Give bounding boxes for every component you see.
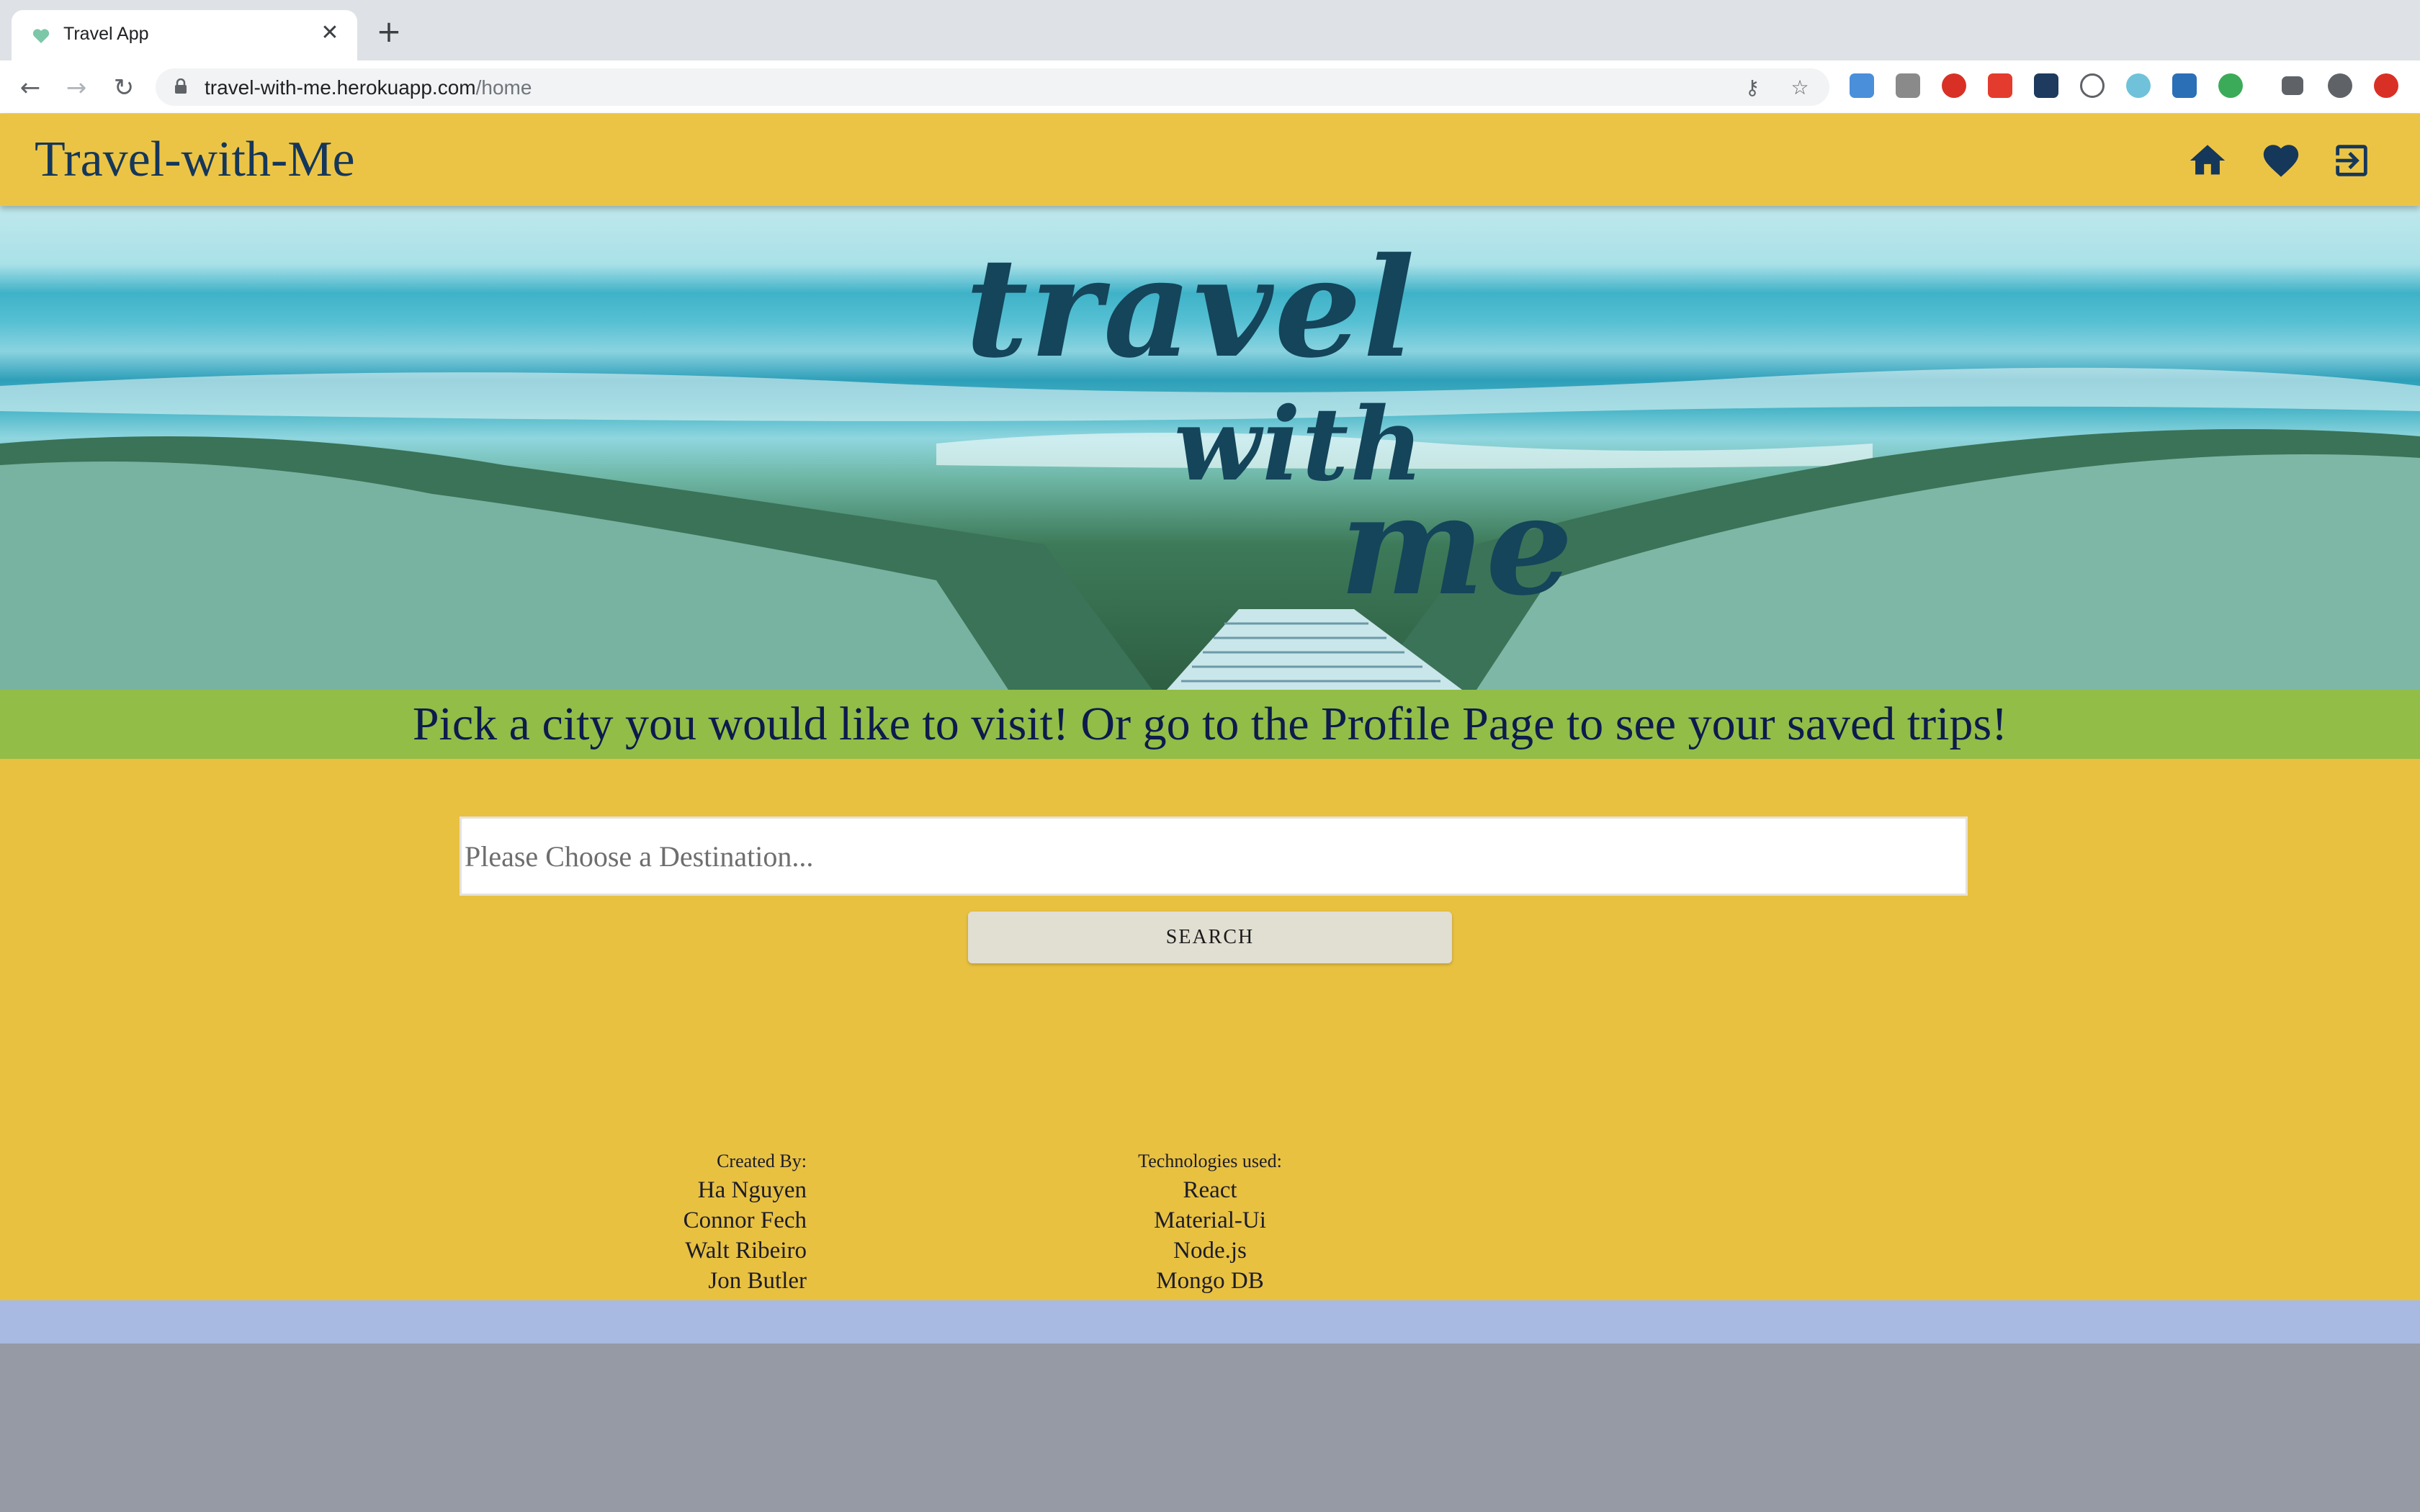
browser-tab[interactable]: Travel App ✕ [12,10,357,60]
address-bar[interactable]: travel-with-me.herokuapp.com/home ⚷ ☆ [156,68,1829,106]
back-arrow-icon[interactable]: ← [14,72,46,104]
technology-item: React [1183,1177,1237,1203]
creators-column: Created By: Ha Nguyen Connor Fech Walt R… [504,1148,807,1296]
extension-adblock-icon[interactable] [1942,73,1966,98]
footer-strip [0,1300,2420,1344]
new-tab-icon[interactable]: + [375,17,403,47]
heart-favicon-icon [32,29,50,43]
url-text[interactable]: travel-with-me.herokuapp.com/home [205,76,532,99]
main-content: SEARCH Created By: Ha Nguyen Connor Fech… [0,759,2420,1300]
creators-heading: Created By: [717,1151,807,1171]
technologies-heading: Technologies used: [1138,1151,1282,1171]
technology-item: Mongo DB [1156,1268,1264,1294]
media-control-icon[interactable] [2282,76,2303,95]
home-icon[interactable] [2187,140,2228,181]
extension-atom-icon[interactable] [2126,73,2151,98]
bookmark-star-icon[interactable]: ☆ [1788,76,1812,100]
hero-word-me: me [1340,465,1574,626]
technology-item: Material-Ui [1154,1207,1266,1233]
tab-close-icon[interactable]: ✕ [315,19,344,48]
hero-banner-image: travel with me [0,206,2420,690]
key-icon[interactable]: ⚷ [1740,76,1765,100]
extension-s-icon[interactable] [2172,73,2197,98]
hero-word-travel: travel [965,228,1417,388]
creator-name: Jon Butler [708,1268,807,1294]
extension-react-devtools-icon[interactable] [2034,73,2058,98]
technology-item: Node.js [1173,1238,1247,1264]
extension-code-icon[interactable] [2080,73,2105,98]
browser-tab-strip: Travel App ✕ + [0,0,2420,60]
app-header: Travel-with-Me [0,114,2420,206]
creator-name: Walt Ribeiro [685,1238,807,1264]
tab-title: Travel App [63,24,149,44]
destination-search-input[interactable] [460,816,1968,896]
search-button[interactable]: SEARCH [968,912,1452,963]
extension-green-icon[interactable] [2218,73,2243,98]
creator-name: Ha Nguyen [697,1177,807,1203]
creator-name: Connor Fech [683,1207,807,1233]
heart-icon[interactable] [2260,140,2302,181]
brand-title[interactable]: Travel-with-Me [35,131,355,189]
extension-youtube-icon[interactable] [1988,73,2012,98]
technologies-column: Technologies used: React Material-Ui Nod… [1066,1148,1354,1296]
update-icon[interactable] [2374,73,2398,98]
instruction-banner: Pick a city you would like to visit! Or … [0,690,2420,759]
logout-icon[interactable] [2331,140,2372,181]
profile-avatar-icon[interactable] [2328,73,2352,98]
extension-barcode-icon[interactable] [1896,73,1920,98]
lock-icon [175,78,187,94]
forward-arrow-icon[interactable]: → [60,72,92,104]
extension-iq-icon[interactable] [1850,73,1874,98]
reload-icon[interactable]: ↻ [108,72,140,104]
